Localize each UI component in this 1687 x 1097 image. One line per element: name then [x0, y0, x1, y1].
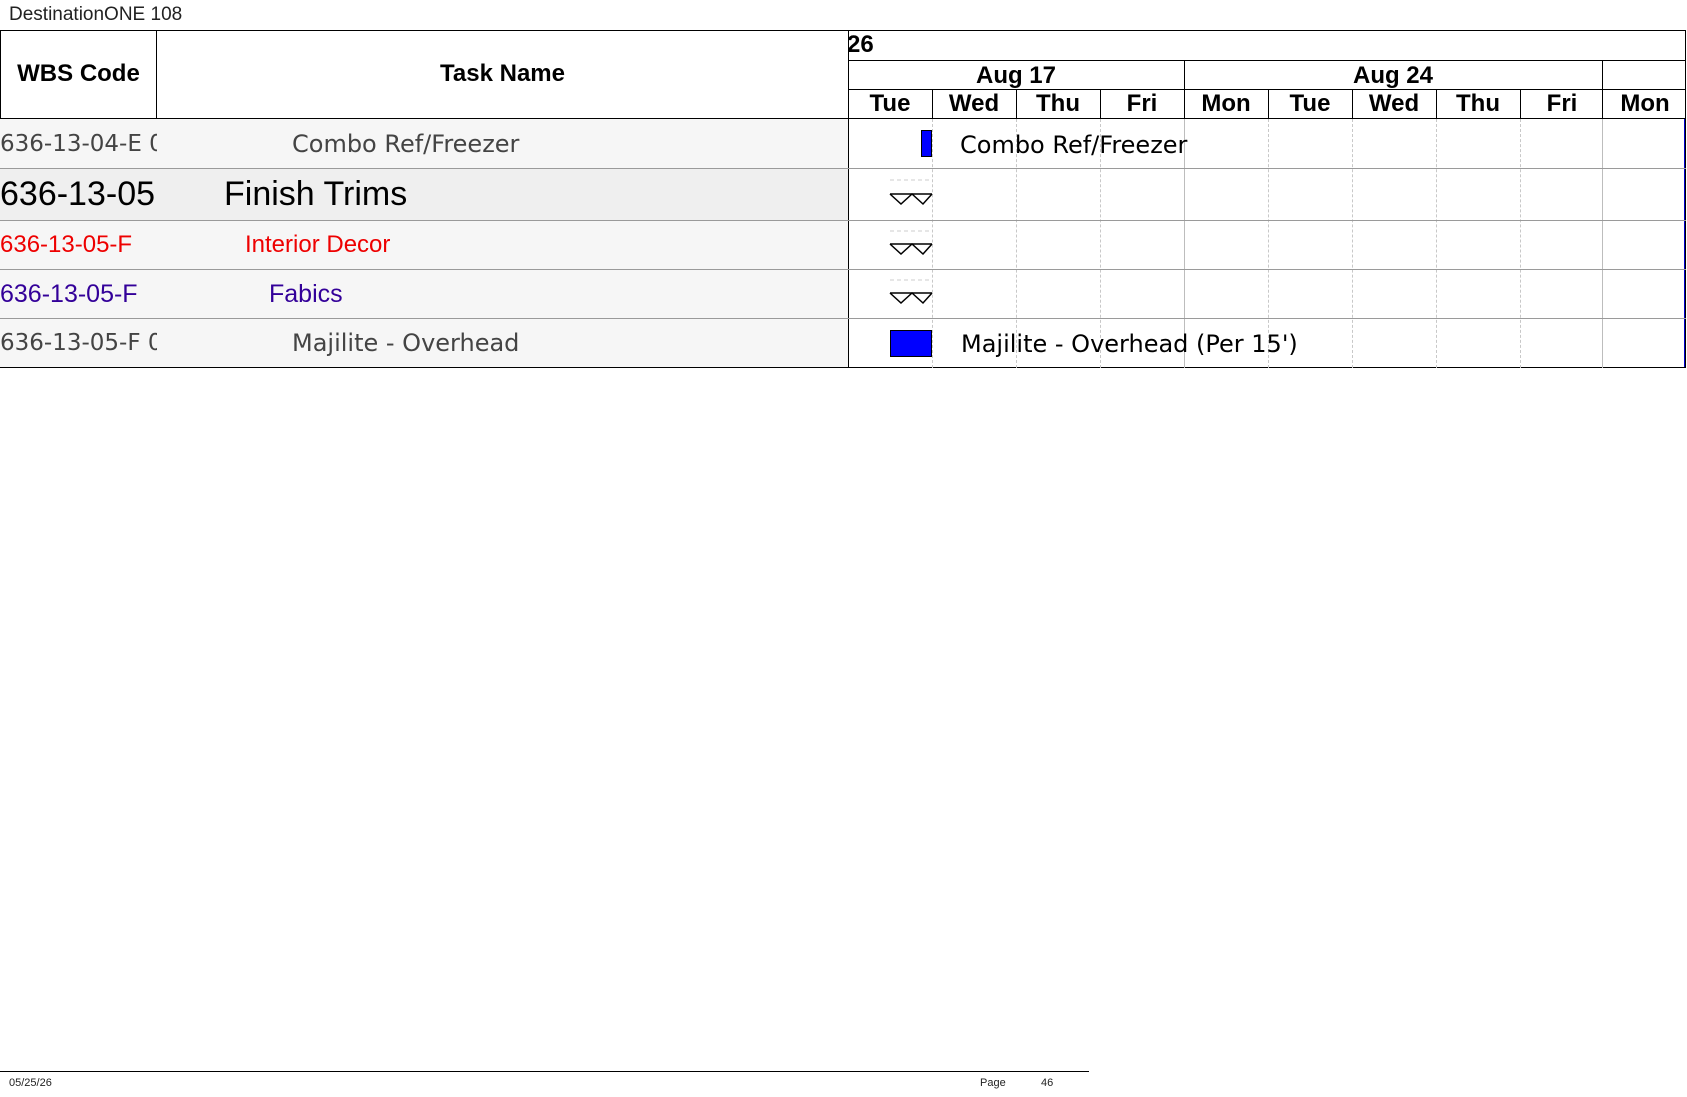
summary-milestone-icon[interactable]	[888, 177, 934, 211]
day-divider	[1602, 89, 1603, 118]
week-header-aug-24: Aug 24	[1352, 61, 1433, 89]
year-fragment: )26	[848, 31, 874, 58]
task-name-column-header[interactable]: Task Name	[157, 30, 848, 118]
header-divider	[848, 89, 1686, 90]
day-divider	[1352, 89, 1353, 118]
task-bar-majilite-overhead[interactable]	[890, 330, 932, 357]
day-divider	[1268, 89, 1269, 118]
wbs-code-cell[interactable]: 636-13-05	[0, 169, 157, 220]
day-divider	[1520, 89, 1521, 118]
day-divider	[1016, 89, 1017, 118]
day-gridline	[1520, 119, 1521, 368]
task-name-cell[interactable]: Finish Trims	[157, 169, 848, 220]
document-title: DestinationONE 108	[9, 4, 183, 25]
summary-milestone-icon[interactable]	[888, 228, 934, 262]
day-header: Tue	[1289, 90, 1331, 117]
week-divider	[1602, 60, 1603, 90]
summary-milestone-icon[interactable]	[888, 277, 934, 311]
task-bar-label: Majilite - Overhead (Per 15')	[961, 330, 1298, 358]
day-gridline	[1436, 119, 1437, 368]
wbs-code-cell[interactable]: 636-13-05-F	[0, 270, 157, 318]
footer-date: 05/25/26	[9, 1077, 52, 1089]
task-name-cell[interactable]: Majilite - Overhead	[157, 319, 848, 367]
day-header: Mon	[1201, 90, 1251, 117]
day-divider	[1184, 89, 1185, 118]
footer-rule	[0, 1071, 1089, 1072]
day-header: Thu	[1036, 90, 1080, 117]
wbs-code-cell[interactable]: 636-13-05-F	[0, 221, 157, 269]
day-header: Wed	[1368, 90, 1420, 117]
week-header-aug-17: Aug 17	[975, 61, 1056, 89]
day-header: Tue	[869, 90, 911, 117]
day-header: Wed	[948, 90, 1000, 117]
week-divider	[1184, 60, 1185, 90]
day-divider	[1436, 89, 1437, 118]
day-gridline	[1352, 119, 1353, 368]
task-bar-combo-ref-freezer[interactable]	[921, 130, 932, 157]
day-header: Thu	[1456, 90, 1500, 117]
day-divider	[932, 89, 933, 118]
chart-right-edge	[1684, 119, 1685, 367]
timescale-year-header: )26	[848, 30, 874, 60]
day-header: Fri	[1126, 90, 1158, 117]
wbs-code-column-header[interactable]: WBS Code	[0, 30, 157, 118]
task-name-cell[interactable]: Interior Decor	[157, 221, 848, 269]
day-header: Fri	[1546, 90, 1578, 117]
wbs-code-cell[interactable]: 636-13-04-E 0	[0, 119, 157, 168]
header-divider	[848, 60, 1686, 61]
task-bar-label: Combo Ref/Freezer	[960, 131, 1188, 159]
task-name-cell[interactable]: Combo Ref/Freezer	[157, 119, 848, 168]
day-divider	[1100, 89, 1101, 118]
wbs-code-cell[interactable]: 636-13-05-F 0	[0, 319, 157, 367]
week-gridline	[1602, 119, 1603, 368]
task-name-cell[interactable]: Fabics	[157, 270, 848, 318]
day-header: Mon	[1620, 90, 1670, 117]
footer-page-number: 46	[1041, 1077, 1054, 1089]
footer-page-label: Page	[980, 1077, 1006, 1089]
